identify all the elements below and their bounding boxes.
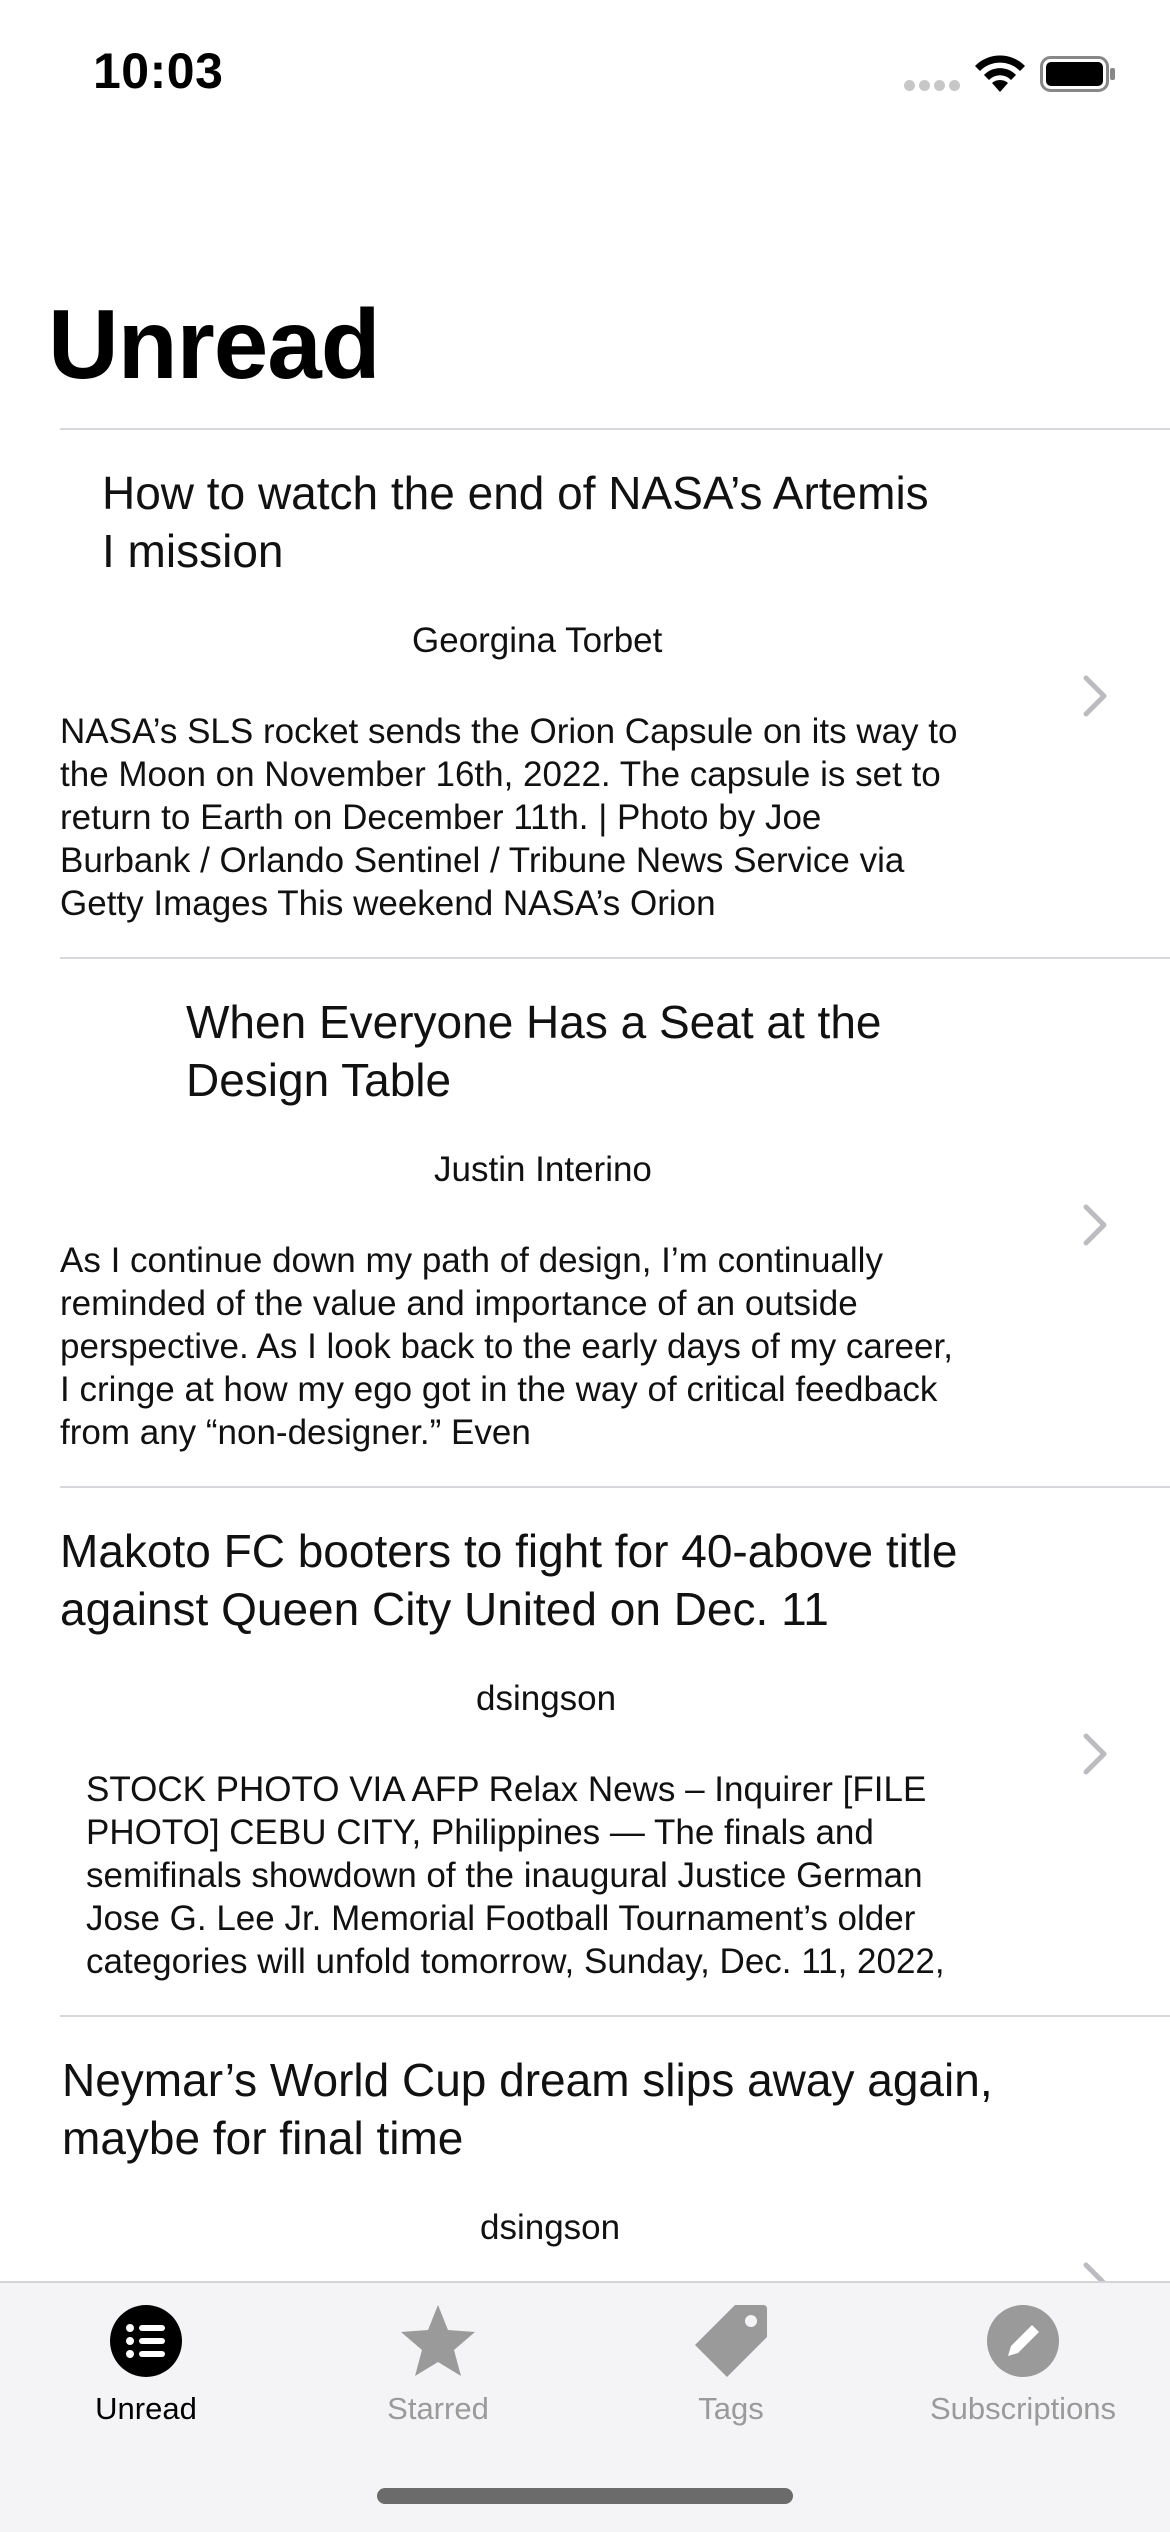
article-author: Georgina Torbet (412, 621, 663, 660)
tag-icon (695, 2305, 767, 2377)
status-time: 10:03 (93, 43, 224, 99)
article-summary: STOCK PHOTO VIA AFP Relax News – Inquire… (86, 1770, 945, 1981)
article-author: Justin Interino (434, 1150, 652, 1189)
tab-label: Unread (95, 2391, 197, 2426)
pencil-circle-icon (987, 2305, 1059, 2377)
tab-label: Subscriptions (929, 2391, 1117, 2426)
tab-subscriptions[interactable]: Subscriptions (877, 2283, 1169, 2443)
tab-label: Starred (387, 2391, 489, 2426)
list-item[interactable]: How to watch the end of NASA’s Artemis I… (0, 430, 1170, 957)
article-summary: NASA’s SLS rocket sends the Orion Capsul… (60, 712, 958, 923)
list-bullet-circle-icon (110, 2305, 182, 2377)
article-list: How to watch the end of NASA’s Artemis I… (0, 428, 1170, 2532)
chevron-right-icon (1083, 675, 1107, 717)
home-indicator (377, 2488, 793, 2504)
list-item[interactable]: When Everyone Has a Seat at the Design T… (0, 959, 1170, 1486)
app-screen: 10:03 Unread How to watch the end of NAS… (0, 0, 1170, 2532)
battery-icon (1040, 56, 1115, 92)
article-author: dsingson (480, 2208, 621, 2247)
star-icon (401, 2305, 475, 2376)
chevron-right-icon (1083, 1204, 1107, 1246)
article-summary: As I continue down my path of design, I’… (60, 1241, 953, 1452)
status-bar: 10:03 (0, 0, 1170, 140)
wifi-icon (975, 55, 1025, 92)
list-item[interactable]: Makoto FC booters to fight for 40-above … (0, 1488, 1170, 2015)
cellular-signal-icon (904, 80, 960, 92)
article-title: Makoto FC booters to fight for 40-above … (60, 1525, 958, 1635)
article-title: How to watch the end of NASA’s Artemis I… (102, 467, 929, 577)
tab-starred[interactable]: Starred (292, 2283, 584, 2443)
tab-tags[interactable]: Tags (585, 2283, 877, 2443)
article-author: dsingson (476, 1679, 617, 1718)
tab-unread[interactable]: Unread (0, 2283, 292, 2443)
chevron-right-icon (1083, 1733, 1107, 1775)
page-title: Unread (48, 289, 381, 399)
tab-label: Tags (698, 2391, 764, 2426)
article-title: When Everyone Has a Seat at the Design T… (186, 996, 882, 1106)
article-title: Neymar’s World Cup dream slips away agai… (62, 2054, 993, 2164)
